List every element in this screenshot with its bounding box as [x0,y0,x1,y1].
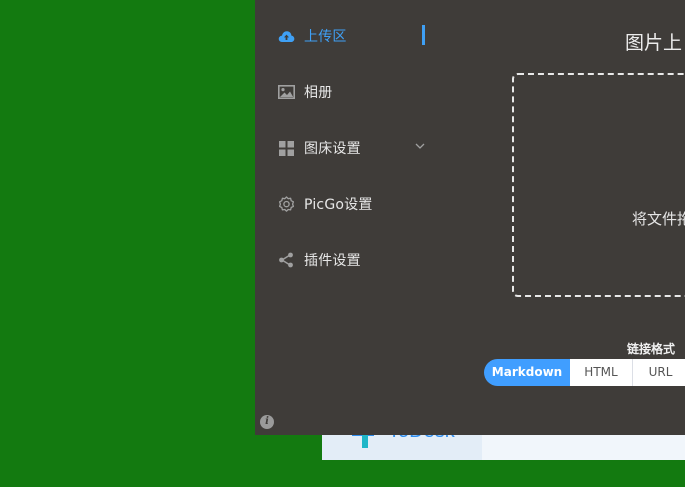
sidebar-item-upload[interactable]: 上传区 [277,24,427,48]
format-html-button[interactable]: HTML [570,359,633,386]
chevron-down-icon[interactable] [413,139,427,153]
link-format-selector: Markdown HTML URL [484,359,685,386]
format-markdown-button[interactable]: Markdown [484,359,570,386]
active-indicator [422,25,425,45]
info-icon[interactable]: i [260,415,274,429]
sidebar-item-label: 上传区 [304,29,347,45]
sidebar-item-picbed-settings[interactable]: 图床设置 [277,136,427,160]
sidebar-item-label: 插件设置 [304,253,361,269]
page-title: 图片上 [625,32,683,54]
image-icon [277,83,295,101]
gear-icon [277,195,295,213]
link-format-label: 链接格式 [627,342,676,356]
format-url-button[interactable]: URL [633,359,685,386]
cloud-upload-icon [277,27,295,45]
sidebar-item-gallery[interactable]: 相册 [277,80,427,104]
sidebar-item-label: PicGo设置 [304,197,373,213]
share-icon [277,251,295,269]
picgo-window: 上传区 相册 图床设置 PicGo设置 插件设置 i 图片上 将文件拖 链接格式… [255,0,685,435]
sidebar-item-label: 图床设置 [304,141,361,157]
grid-icon [277,139,295,157]
sidebar-item-label: 相册 [304,85,333,101]
sidebar: 上传区 相册 图床设置 PicGo设置 插件设置 i [255,0,435,435]
drop-zone-text: 将文件拖 [632,210,685,228]
upload-drop-zone[interactable] [512,73,685,297]
sidebar-item-plugin-settings[interactable]: 插件设置 [277,248,427,272]
sidebar-item-picgo-settings[interactable]: PicGo设置 [277,192,427,216]
